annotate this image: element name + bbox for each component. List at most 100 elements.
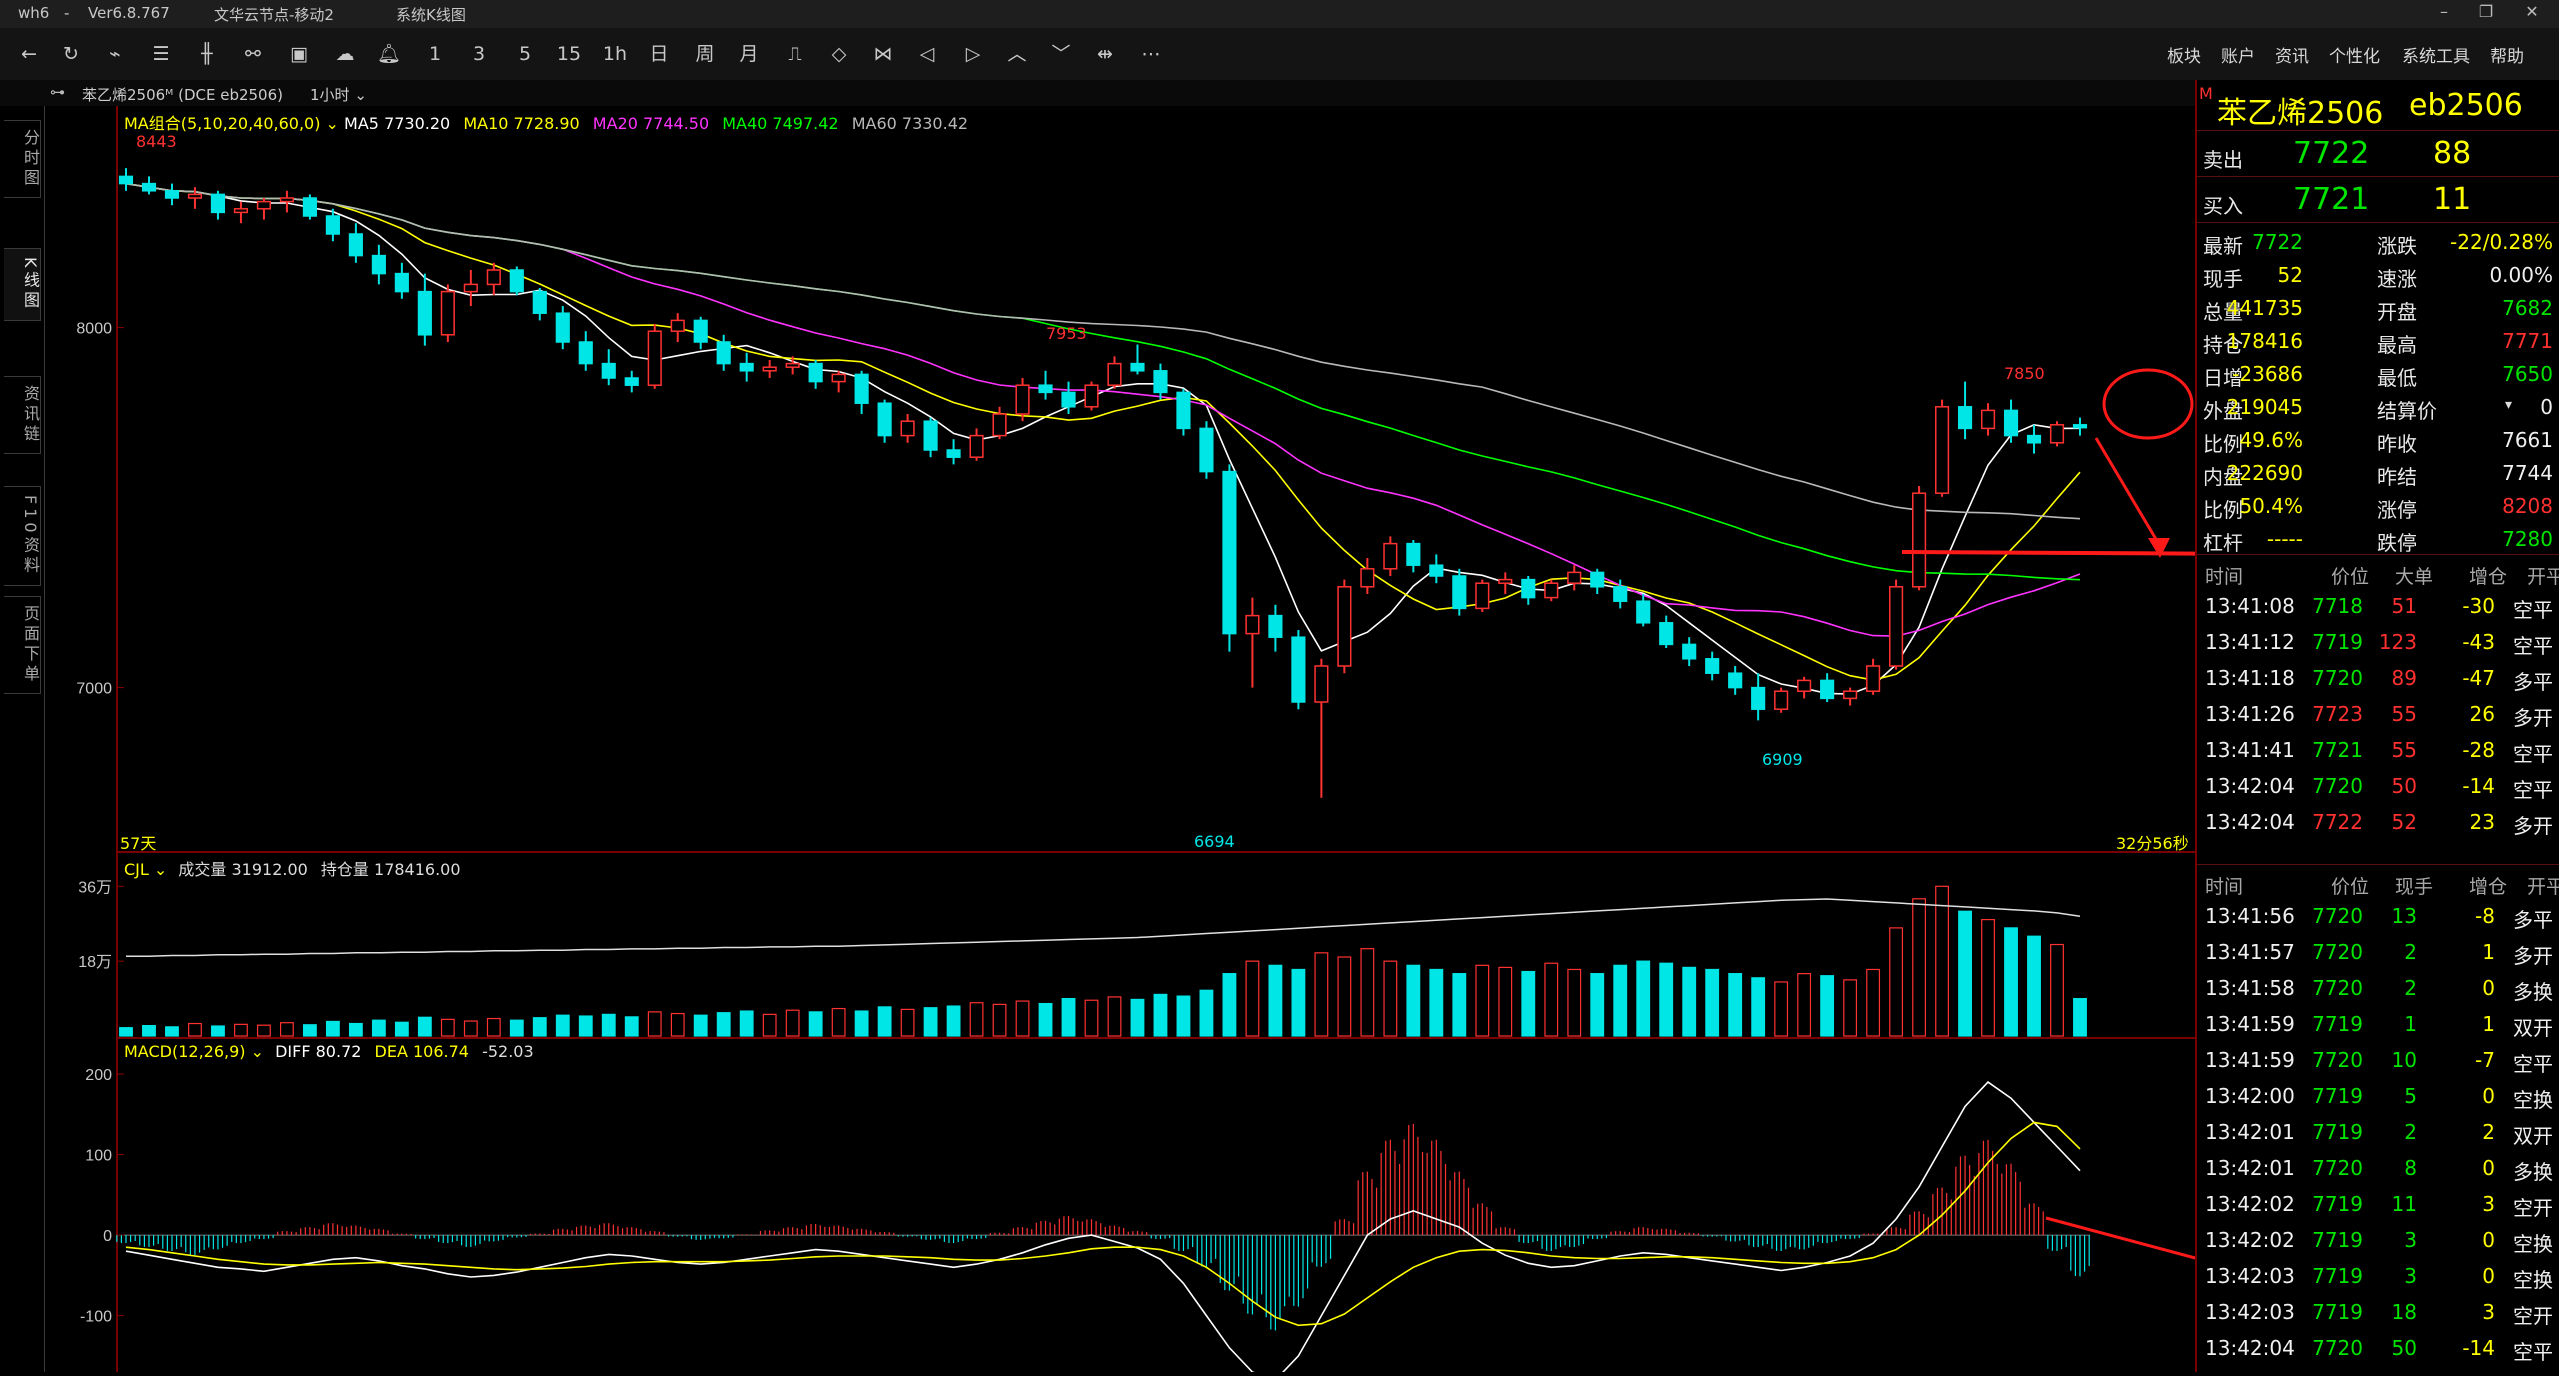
contract-header: 苯乙烯2506ᴹ (DCE eb2506) <box>82 86 283 104</box>
volume-bar <box>854 1010 869 1037</box>
chart-area[interactable]: 8000 7000 36万 18万 200 100 0 -100 MA组合(5,10,20,4… <box>0 106 2269 1376</box>
tick-oi-change: 3 <box>2482 1300 2495 1324</box>
candle-body <box>463 283 478 293</box>
candle-body <box>1015 384 1030 415</box>
tick-row[interactable]: 13:41:59 7719 1 1 双开 <box>2197 1006 2559 1040</box>
candle-body <box>1613 586 1628 602</box>
tick-row[interactable]: 13:42:02 7719 3 0 空换 <box>2197 1222 2559 1256</box>
annotation-circle <box>2102 368 2194 440</box>
tick-row[interactable]: 13:42:02 7719 11 3 空开 <box>2197 1186 2559 1220</box>
title-bar: wh6 - Ver6.8.767 文华云节点-移动2 系统K线图 – ❐ ✕ <box>0 0 2559 28</box>
countdown-label: 32分56秒 <box>2116 834 2189 853</box>
minimize-icon[interactable]: – <box>2424 2 2464 26</box>
refresh-icon[interactable]: ↻ <box>56 38 86 70</box>
tick-col-header: 价位 <box>2331 876 2370 898</box>
scale-up-icon[interactable]: ︿ <box>1002 38 1032 70</box>
cloud-icon[interactable]: ☁ <box>330 38 360 70</box>
menu-help[interactable]: 帮助 <box>2490 42 2524 67</box>
big-tick-row[interactable]: 13:41:18 7720 89 -47 多平 <box>2197 660 2559 694</box>
grid-lines <box>117 327 124 1317</box>
menu-sector[interactable]: 板块 <box>2167 42 2201 67</box>
window-layout-icon[interactable]: ▣ <box>284 38 314 70</box>
period-3m[interactable]: 3 <box>464 38 494 70</box>
back-arrow-icon[interactable]: ← <box>14 38 44 70</box>
tick-row[interactable]: 13:42:01 7720 8 0 多换 <box>2197 1150 2559 1184</box>
ma-group-label[interactable]: MA组合(5,10,20,40,60,0) <box>124 114 320 133</box>
candle-body <box>739 362 754 372</box>
period-month[interactable]: 月 <box>734 38 764 70</box>
draw-tool-icon[interactable]: ⎍ <box>780 38 810 70</box>
volume-bar <box>1935 885 1949 1037</box>
tick-row[interactable]: 13:42:04 7720 50 -14 空平 <box>2197 1330 2559 1364</box>
tick-oi-change: 0 <box>2482 1264 2495 1288</box>
tick-row[interactable]: 13:42:03 7719 18 3 空开 <box>2197 1294 2559 1328</box>
menu-personalize[interactable]: 个性化 <box>2329 42 2380 67</box>
volume-bar <box>2027 935 2041 1037</box>
candle-body <box>1314 665 1329 703</box>
scroll-right-icon[interactable]: ▷ <box>958 38 988 70</box>
menu-system-tools[interactable]: 系统工具 <box>2402 42 2470 67</box>
volume-bar <box>165 1026 179 1037</box>
candle-icon[interactable]: ╫ <box>192 38 222 70</box>
volume-bar <box>188 1022 202 1037</box>
tick-row[interactable]: 13:41:57 7720 2 1 多开 <box>2197 934 2559 968</box>
big-tick-row[interactable]: 13:41:41 7721 55 -28 空平 <box>2197 732 2559 766</box>
macd-tick-label: 0 <box>103 1228 112 1245</box>
candle-body <box>693 319 708 343</box>
kline-chart-svg[interactable]: 8000 7000 36万 18万 200 100 0 -100 <box>0 106 2269 1376</box>
quote-field-value: 50.4% <box>2239 494 2303 518</box>
zoom-in-icon[interactable]: ◇ <box>824 38 854 70</box>
alarm-bell-icon[interactable]: 🔔︎ <box>374 38 404 70</box>
tick-row[interactable]: 13:42:00 7719 5 0 空换 <box>2197 1078 2559 1112</box>
tick-oi-change: 1 <box>2482 1012 2495 1036</box>
cjl-label[interactable]: CJL <box>124 860 149 879</box>
indicator-icon[interactable]: ⚯ <box>238 38 268 70</box>
close-icon[interactable]: ✕ <box>2512 2 2552 26</box>
volume-bar <box>1590 973 1605 1037</box>
zoom-out-icon[interactable]: ⋈ <box>868 38 898 70</box>
menu-account[interactable]: 账户 <box>2221 42 2255 67</box>
candle-body <box>624 377 639 386</box>
period-1h[interactable]: 1h <box>600 38 630 70</box>
tick-price: 7719 <box>2312 1012 2363 1036</box>
menu-news[interactable]: 资讯 <box>2275 42 2309 67</box>
big-tick-row[interactable]: 13:41:08 7718 51 -30 空平 <box>2197 588 2559 622</box>
scale-down-icon[interactable]: ﹀ <box>1046 38 1076 70</box>
tick-row[interactable]: 13:41:58 7720 2 0 多换 <box>2197 970 2559 1004</box>
link-icon[interactable]: ⊶ <box>50 83 65 101</box>
big-tick-row[interactable]: 13:42:04 7720 50 -14 空平 <box>2197 768 2559 802</box>
tick-price: 7718 <box>2312 594 2363 618</box>
quote-field-label: 涨跌 <box>2377 234 2417 258</box>
period-day[interactable]: 日 <box>644 38 674 70</box>
tick-time: 13:42:00 <box>2205 1084 2295 1108</box>
tick-row[interactable]: 13:41:59 7720 10 -7 空平 <box>2197 1042 2559 1076</box>
quote-field-label: 跌停 <box>2377 531 2417 555</box>
more-icon[interactable]: ⋯ <box>1136 38 1166 70</box>
big-tick-row[interactable]: 13:42:04 7722 52 23 多开 <box>2197 804 2559 838</box>
settlement-dropdown-icon[interactable]: ▾ <box>2505 397 2512 413</box>
volume-bar <box>1268 964 1283 1037</box>
ask-row[interactable]: 卖出 7722 88 <box>2197 134 2559 174</box>
period-15m[interactable]: 15 <box>554 38 584 70</box>
restore-icon[interactable]: ❐ <box>2466 2 2506 26</box>
big-tick-row[interactable]: 13:41:12 7719 123 -43 空平 <box>2197 624 2559 658</box>
tick-chart-icon[interactable]: ⌁ <box>100 38 130 70</box>
tick-row[interactable]: 13:42:01 7719 2 2 双开 <box>2197 1114 2559 1148</box>
scroll-left-icon[interactable]: ◁ <box>912 38 942 70</box>
period-week[interactable]: 周 <box>690 38 720 70</box>
volume-bar <box>969 1002 984 1037</box>
candle-body <box>785 362 800 368</box>
candle-body <box>900 420 915 437</box>
period-5m[interactable]: 5 <box>510 38 540 70</box>
period-select[interactable]: 1小时 ⌄ <box>310 84 367 105</box>
tick-row[interactable]: 13:42:03 7719 3 0 空换 <box>2197 1258 2559 1292</box>
quote-field-value: 0.00% <box>2489 263 2553 287</box>
macd-name-label[interactable]: MACD(12,26,9) <box>124 1042 246 1061</box>
cursor-icon[interactable]: ⇹ <box>1090 38 1120 70</box>
big-tick-row[interactable]: 13:41:26 7723 55 26 多开 <box>2197 696 2559 730</box>
period-1m[interactable]: 1 <box>420 38 450 70</box>
bid-row[interactable]: 买入 7721 11 <box>2197 180 2559 220</box>
candle-body <box>1751 686 1766 710</box>
list-icon[interactable]: ☰ <box>146 38 176 70</box>
tick-row[interactable]: 13:41:56 7720 13 -8 多平 <box>2197 898 2559 932</box>
